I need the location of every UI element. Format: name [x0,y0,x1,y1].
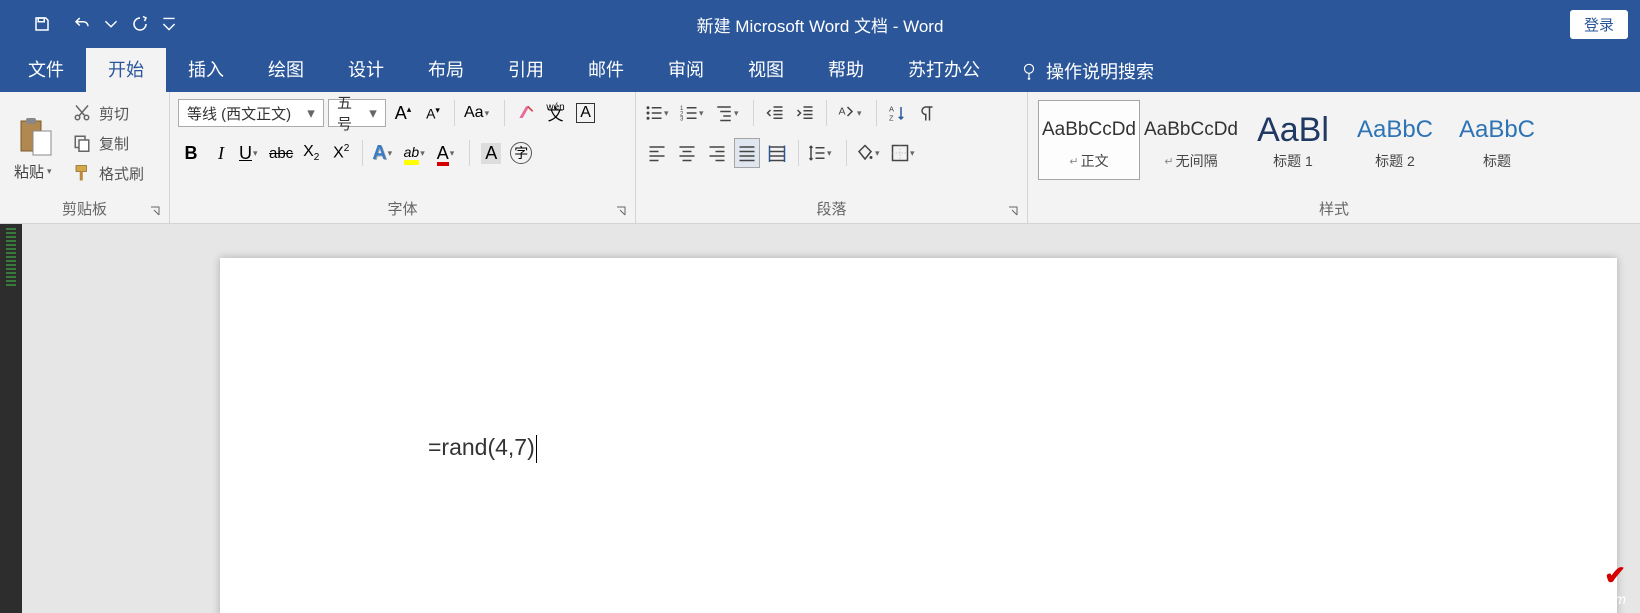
shrink-font-button[interactable]: A▾ [420,98,446,128]
justify-button[interactable] [734,138,760,168]
watermark: 经验啦✔ jingyanla.com [1534,559,1626,607]
increase-indent-button[interactable] [792,98,818,128]
font-color-button[interactable]: A▾ [435,138,461,168]
save-button[interactable] [24,8,60,40]
distributed-button[interactable] [764,138,790,168]
svg-text:3: 3 [680,117,684,123]
title-bar: 新建 Microsoft Word 文档 - Word 登录 [0,0,1640,48]
change-case-button[interactable]: Aa▾ [463,98,496,128]
window-title: 新建 Microsoft Word 文档 - Word [697,12,944,37]
style-标题 1[interactable]: AaBl标题 1 [1242,100,1344,180]
italic-button[interactable]: I [208,138,234,168]
font-name-combo[interactable]: 等线 (西文正文)▾ [178,99,324,127]
bullets-button[interactable]: ▾ [644,98,675,128]
tab-布局[interactable]: 布局 [406,46,486,92]
redo-button[interactable] [122,8,158,40]
decrease-indent-button[interactable] [762,98,788,128]
styles-gallery: AaBbCcDd↵正文AaBbCcDd↵无间隔AaBl标题 1AaBbC标题 2… [1036,98,1550,196]
subscript-button[interactable]: X2 [298,138,324,168]
style-无间隔[interactable]: AaBbCcDd↵无间隔 [1140,100,1242,180]
paragraph-launcher[interactable] [1007,205,1021,219]
tab-绘图[interactable]: 绘图 [246,46,326,92]
text-effects-button[interactable]: A▾ [371,138,398,168]
paragraph-group-label: 段落 [636,196,1027,223]
qat-customize[interactable] [162,8,176,40]
tab-苏打办公[interactable]: 苏打办公 [886,46,1002,92]
underline-button[interactable]: U▾ [238,138,264,168]
highlight-button[interactable]: ab▾ [403,138,432,168]
document-page[interactable]: =rand(4,7) [220,258,1617,613]
paste-button[interactable]: 粘贴▾ [8,98,63,196]
style-正文[interactable]: AaBbCcDd↵正文 [1038,100,1140,180]
tab-视图[interactable]: 视图 [726,46,806,92]
tab-开始[interactable]: 开始 [86,46,166,92]
tab-帮助[interactable]: 帮助 [806,46,886,92]
cut-icon [71,104,93,122]
font-group: 等线 (西文正文)▾ 五号▾ A▴ A▾ Aa▾ wén文 A B I U▾ a… [170,92,636,223]
svg-text:A: A [839,106,846,118]
ribbon-tabs: 文件开始插入绘图设计布局引用邮件审阅视图帮助苏打办公 操作说明搜索 [0,48,1640,92]
clipboard-group-label: 剪贴板 [0,196,169,223]
strikethrough-button[interactable]: abc [268,138,294,168]
copy-button[interactable]: 复制 [67,128,148,158]
ribbon: 粘贴▾ 剪切 复制 格式刷 剪贴板 [0,92,1640,224]
vertical-ruler[interactable] [0,224,22,613]
format-painter-button[interactable]: 格式刷 [67,158,148,188]
multilevel-list-button[interactable]: ▾ [714,98,745,128]
copy-icon [71,134,93,152]
clear-formatting-button[interactable] [513,98,539,128]
bold-button[interactable]: B [178,138,204,168]
tab-插入[interactable]: 插入 [166,46,246,92]
font-launcher[interactable] [615,205,629,219]
tab-审阅[interactable]: 审阅 [646,46,726,92]
character-shading-button[interactable]: A [478,138,504,168]
line-spacing-button[interactable]: ▾ [807,138,838,168]
cut-button[interactable]: 剪切 [67,98,148,128]
svg-text:A: A [889,105,894,114]
paragraph-group: ▾ 123▾ ▾ A▾ AZ ▾ ▾ [636,92,1028,223]
tab-邮件[interactable]: 邮件 [566,46,646,92]
undo-dropdown[interactable] [104,8,118,40]
paste-icon [19,113,53,161]
clipboard-group: 粘贴▾ 剪切 复制 格式刷 剪贴板 [0,92,170,223]
grow-font-button[interactable]: A▴ [390,98,416,128]
clipboard-launcher[interactable] [149,205,163,219]
styles-group-label: 样式 [1028,196,1640,223]
tell-me-search[interactable]: 操作说明搜索 [1002,50,1172,92]
document-area: =rand(4,7) [0,224,1640,613]
style-标题[interactable]: AaBbC标题 [1446,100,1548,180]
tell-me-label: 操作说明搜索 [1046,58,1154,84]
shading-button[interactable]: ▾ [855,138,886,168]
font-group-label: 字体 [170,196,635,223]
style-标题 2[interactable]: AaBbC标题 2 [1344,100,1446,180]
svg-text:Z: Z [889,114,894,123]
styles-group: AaBbCcDd↵正文AaBbCcDd↵无间隔AaBl标题 1AaBbC标题 2… [1028,92,1640,223]
tab-设计[interactable]: 设计 [326,46,406,92]
borders-button[interactable]: ▾ [890,138,921,168]
text-cursor [536,435,537,463]
undo-button[interactable] [64,8,100,40]
tab-文件[interactable]: 文件 [6,46,86,92]
sort-button[interactable]: AZ [885,98,911,128]
login-button[interactable]: 登录 [1570,10,1628,39]
character-border-button[interactable]: A [573,98,599,128]
numbering-button[interactable]: 123▾ [679,98,710,128]
align-right-button[interactable] [704,138,730,168]
show-hide-marks-button[interactable] [915,98,941,128]
font-size-combo[interactable]: 五号▾ [328,99,386,127]
phonetic-guide-button[interactable]: wén文 [543,98,569,128]
tab-引用[interactable]: 引用 [486,46,566,92]
enclose-characters-button[interactable]: 字 [508,138,534,168]
document-text[interactable]: =rand(4,7) [428,434,537,463]
superscript-button[interactable]: X2 [328,138,354,168]
align-center-button[interactable] [674,138,700,168]
checkmark-icon: ✔ [1604,560,1626,591]
align-left-button[interactable] [644,138,670,168]
format-painter-icon [71,164,93,182]
quick-access-toolbar [0,8,176,40]
text-direction-button[interactable]: A▾ [835,98,868,128]
